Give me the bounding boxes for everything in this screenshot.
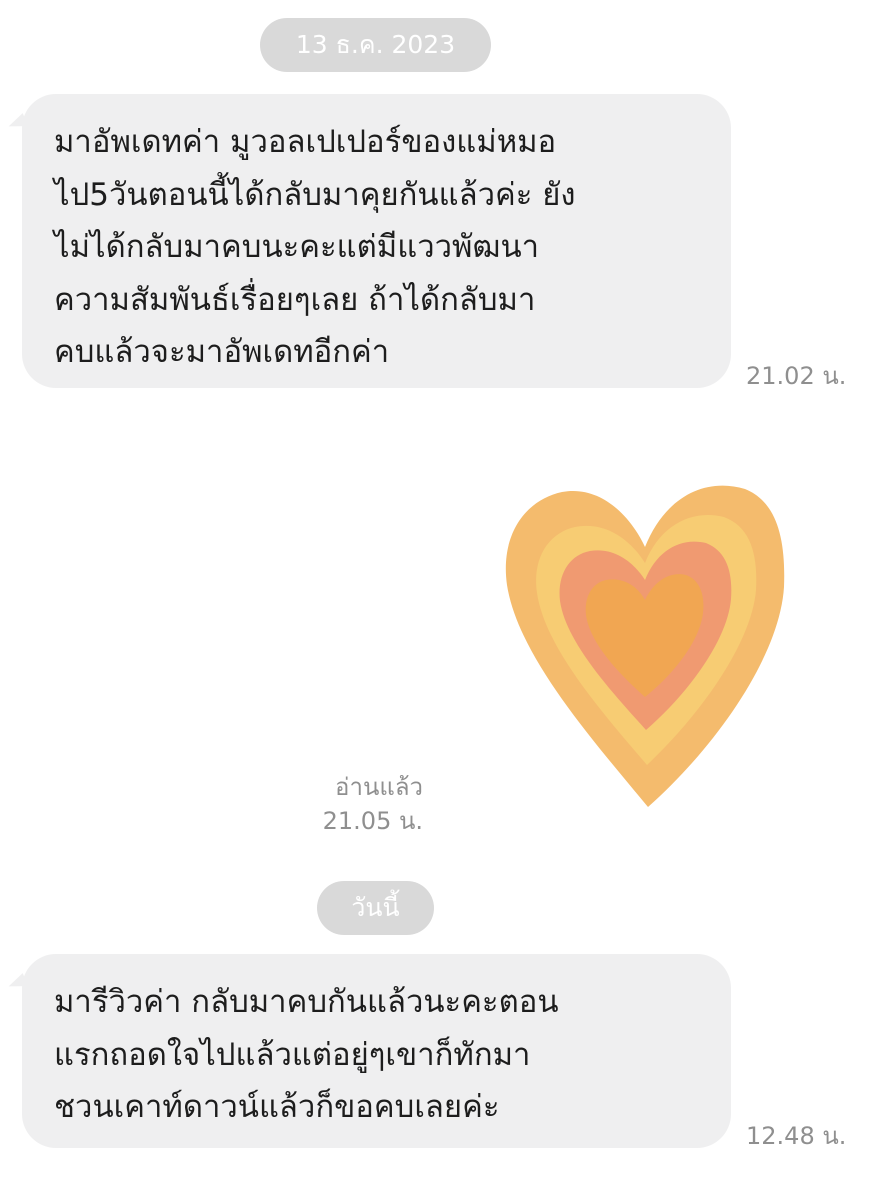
message-timestamp: 21.05 น.	[322, 807, 423, 835]
read-status-label: อ่านแล้ว	[335, 773, 423, 801]
date-separator: วันนี้	[317, 881, 434, 935]
message-line: ชวนเคาท์ดาวน์แล้วก็ขอคบเลยค่ะ	[54, 1089, 500, 1125]
message-bubble-received[interactable]: มารีวิวค่า กลับมาคบกันแล้วนะคะตอน แรกถอด…	[6, 954, 731, 1148]
bubble-tail	[6, 973, 28, 993]
read-receipt: อ่านแล้ว 21.05 น.	[323, 770, 423, 838]
message-line: คบแล้วจะมาอัพเดทอีกค่า	[54, 334, 390, 370]
message-bubble-received[interactable]: มาอัพเดทค่า มูวอลเปเปอร์ของแม่หมอ ไป5วัน…	[6, 94, 731, 388]
message-line: ไม่ได้กลับมาคบนะคะแต่มีแววพัฒนา	[54, 229, 540, 265]
bubble-tail	[6, 113, 28, 133]
layered-heart-sticker[interactable]	[500, 475, 790, 810]
message-line: มาอัพเดทค่า มูวอลเปเปอร์ของแม่หมอ	[54, 124, 557, 160]
message-line: มารีวิวค่า กลับมาคบกันแล้วนะคะตอน	[54, 984, 559, 1020]
date-separator: 13 ธ.ค. 2023	[260, 18, 491, 72]
message-line: ไป5วันตอนนี้ได้กลับมาคุยกันแล้วค่ะ ยัง	[54, 176, 576, 213]
message-timestamp: 12.48 น.	[746, 1122, 847, 1150]
message-line: แรกถอดใจไปแล้วแต่อยู่ๆเขาก็ทักมา	[54, 1036, 531, 1073]
message-line: ความสัมพันธ์เรื่อยๆเลย ถ้าได้กลับมา	[54, 281, 536, 318]
message-timestamp: 21.02 น.	[746, 362, 847, 390]
